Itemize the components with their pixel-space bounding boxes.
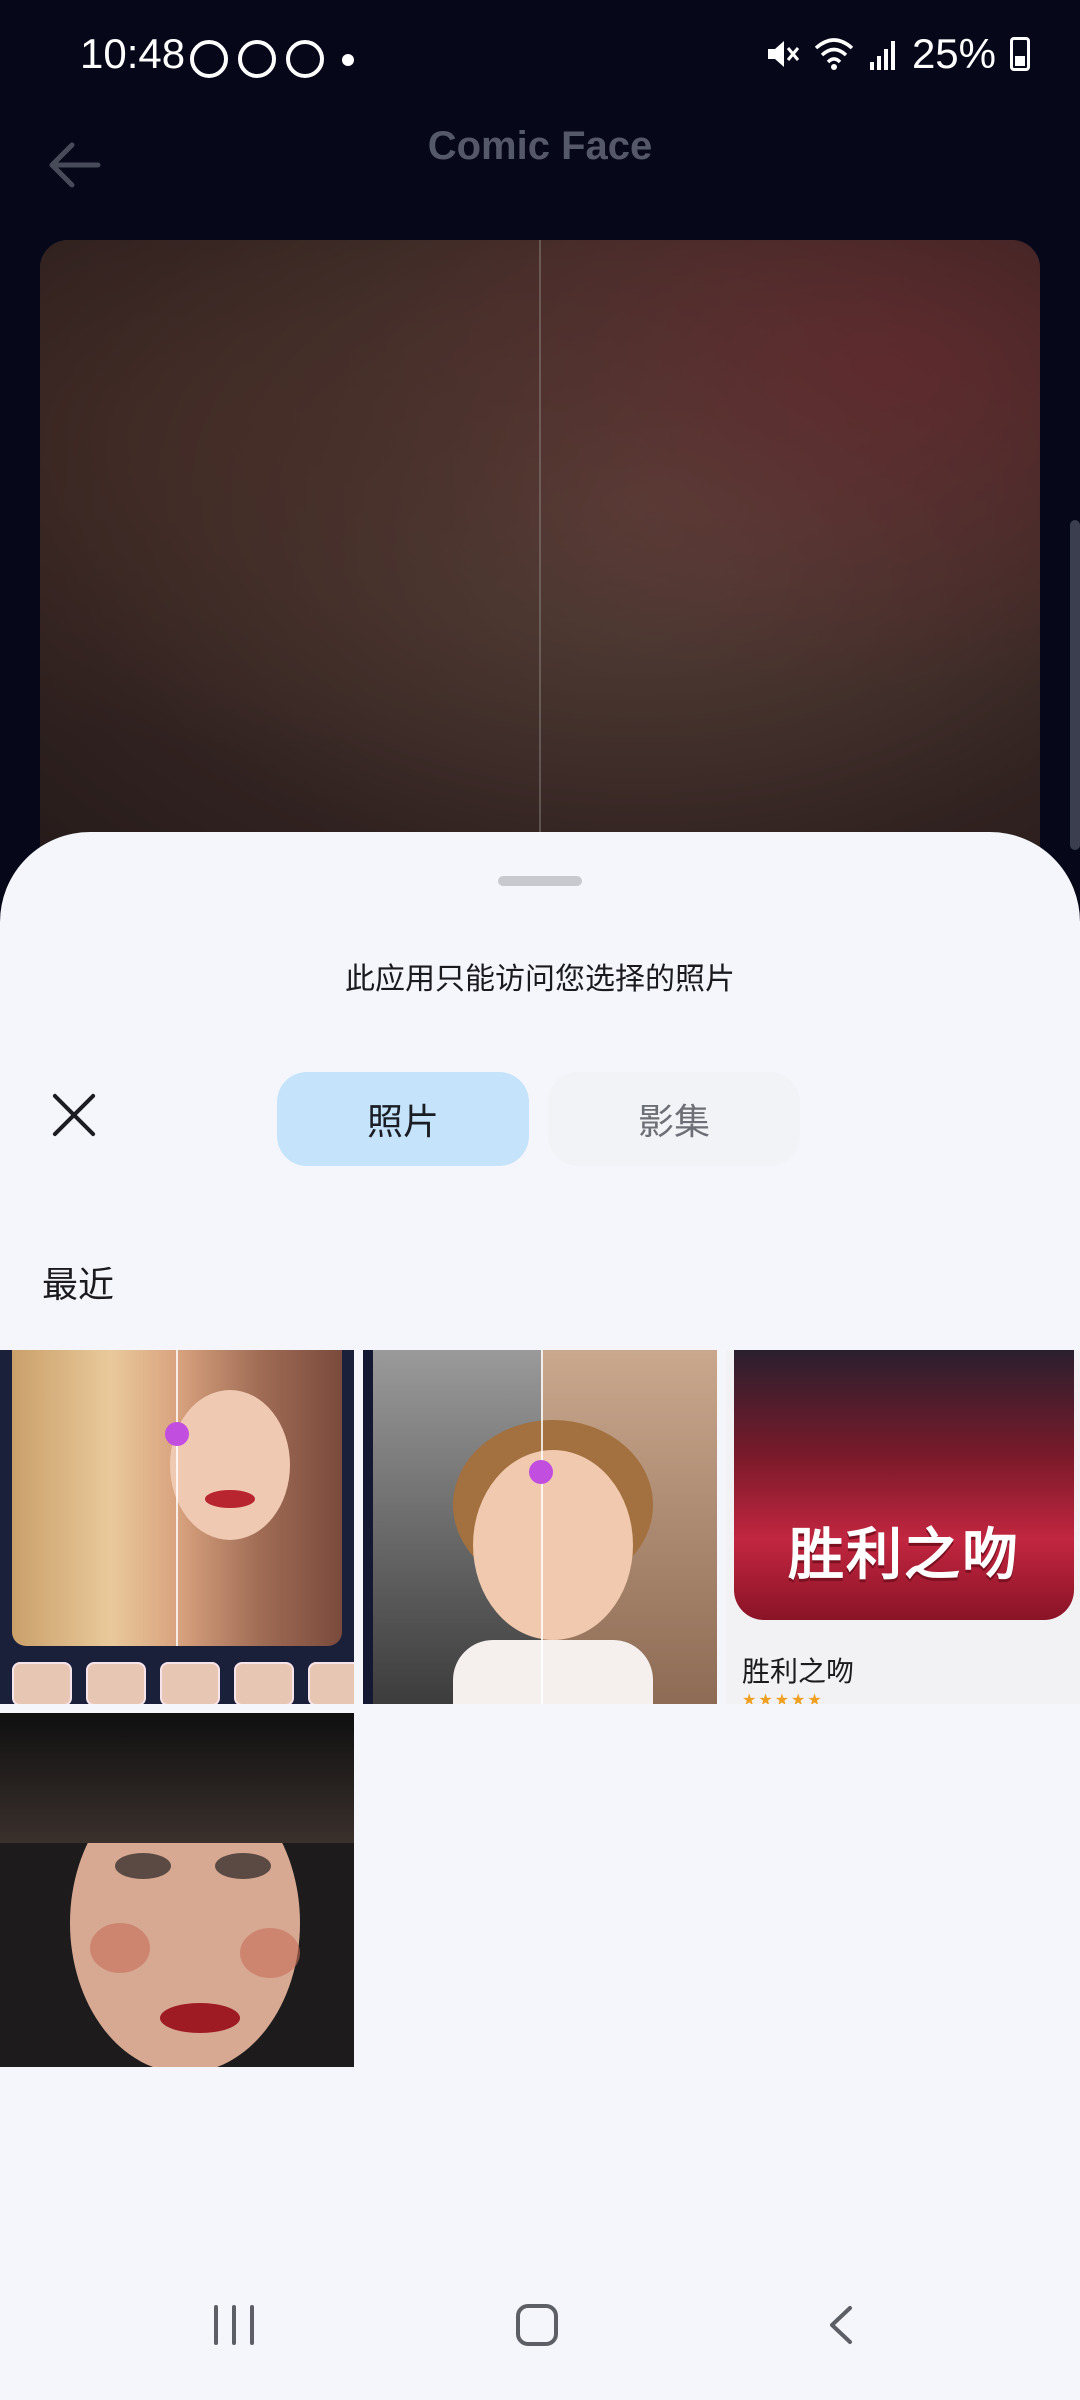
status-bar: 10:48 25% (0, 0, 1080, 120)
eye-shape (215, 1853, 271, 1879)
battery-charging-icon (1010, 37, 1030, 71)
style-thumb (160, 1662, 220, 1704)
flower-makeup (240, 1928, 300, 1978)
lips-shape (205, 1490, 255, 1508)
recent-apps-icon[interactable] (214, 2305, 254, 2345)
game-banner-title: 胜利之吻 (788, 1523, 1020, 1588)
photo-thumbnail[interactable] (0, 1350, 354, 1704)
heart-app-icon (286, 40, 324, 78)
dim-overlay (40, 240, 1040, 880)
photo-thumbnail[interactable] (0, 1713, 354, 2067)
back-chevron-icon[interactable] (826, 2304, 856, 2346)
style-thumb (308, 1662, 354, 1704)
access-notice: 此应用只能访问您选择的照片 (345, 962, 735, 997)
eye-shape (115, 1853, 171, 1879)
app-header: Comic Face (0, 110, 1080, 230)
dress-collar (453, 1640, 653, 1704)
page-title: Comic Face (427, 124, 653, 168)
notification-icons (190, 40, 324, 78)
home-icon[interactable] (516, 2304, 558, 2346)
photo-picker-sheet: 此应用只能访问您选择的照片 照片 影集 最近 胜利之吻 胜利之吻 ★★★★★ (0, 832, 1080, 2400)
status-time: 10:48 (80, 30, 186, 77)
hair-shape (0, 1713, 354, 1843)
edge-panel-handle[interactable] (1070, 520, 1080, 850)
mute-icon (767, 41, 800, 67)
face-shape (170, 1390, 290, 1540)
compare-handle-icon (165, 1422, 189, 1446)
compare-divider (541, 1350, 543, 1704)
style-thumbnails-strip (12, 1662, 354, 1704)
signal-icon (869, 41, 895, 70)
lips-shape (160, 2003, 240, 2033)
messenger-icon (190, 40, 228, 78)
child-face (473, 1450, 633, 1640)
app-name-label: 胜利之吻 (742, 1655, 855, 1688)
wifi-icon (814, 38, 854, 70)
flower-makeup (90, 1923, 150, 1973)
style-thumb (12, 1662, 72, 1704)
section-title-recent: 最近 (42, 1265, 115, 1306)
battery-percent: 25% (911, 30, 996, 77)
rating-stars: ★★★★★ (742, 1690, 824, 1704)
system-nav-bar (0, 2250, 1080, 2400)
compare-divider (176, 1350, 178, 1646)
style-thumb (234, 1662, 294, 1704)
messenger-icon (238, 40, 276, 78)
sheet-drag-handle[interactable] (498, 876, 582, 886)
compare-handle-icon (529, 1460, 553, 1484)
photo-thumbnail[interactable]: 胜利之吻 胜利之吻 ★★★★★ (726, 1350, 1080, 1704)
more-notifications-dot (342, 54, 354, 66)
close-icon[interactable] (40, 1082, 106, 1148)
comic-face-preview-image (40, 240, 1040, 880)
photo-thumbnail[interactable] (363, 1350, 717, 1704)
tab-albums[interactable]: 影集 (548, 1072, 800, 1166)
style-thumb (86, 1662, 146, 1704)
tab-photos[interactable]: 照片 (277, 1072, 529, 1166)
system-status: 25% (764, 30, 1030, 78)
